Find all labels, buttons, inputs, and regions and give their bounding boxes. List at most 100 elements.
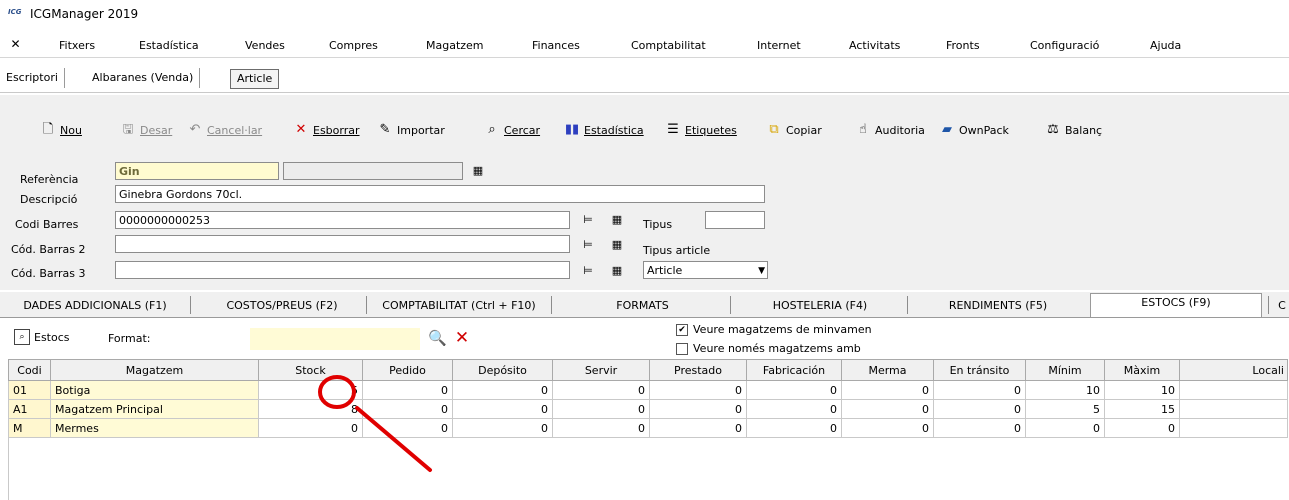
column-header[interactable]: Locali xyxy=(1180,360,1288,381)
cell-magatzem[interactable]: Magatzem Principal xyxy=(51,400,259,419)
menu-configuracio[interactable]: Configuració xyxy=(1030,39,1099,52)
delete-button[interactable]: ✕Esborrar xyxy=(293,121,360,139)
menu-internet[interactable]: Internet xyxy=(757,39,801,52)
cell-codi[interactable]: 01 xyxy=(9,381,51,400)
tipus-article-select[interactable]: Article ▼ xyxy=(643,261,768,279)
ownpack-button[interactable]: ▰OwnPack xyxy=(939,121,1009,139)
menu-comptabilitat[interactable]: Comptabilitat xyxy=(631,39,706,52)
column-header[interactable]: Pedido xyxy=(363,360,453,381)
column-header[interactable]: Stock xyxy=(259,360,363,381)
cell-magatzem[interactable]: Mermes xyxy=(51,419,259,438)
cell-pedido[interactable]: 0 xyxy=(363,419,453,438)
column-header[interactable]: Codi xyxy=(9,360,51,381)
cell-maxim[interactable]: 10 xyxy=(1105,381,1180,400)
import-button[interactable]: ✎Importar xyxy=(377,121,445,139)
table-row[interactable]: M Mermes 0 0 0 0 0 0 0 0 0 0 xyxy=(9,419,1288,438)
clear-icon[interactable]: ✕ xyxy=(454,331,470,345)
menu-activitats[interactable]: Activitats xyxy=(849,39,900,52)
cell-minim[interactable]: 10 xyxy=(1026,381,1105,400)
cell-pedido[interactable]: 0 xyxy=(363,400,453,419)
cancel-button[interactable]: ↶Cancel·lar xyxy=(187,121,262,139)
menu-finances[interactable]: Finances xyxy=(532,39,580,52)
tab-dades-addicionals[interactable]: DADES ADDICIONALS (F1) xyxy=(10,297,180,315)
column-header[interactable]: Depósito xyxy=(453,360,553,381)
descripcio-input[interactable]: Ginebra Gordons 70cl. xyxy=(115,185,765,203)
tab-article[interactable]: Article xyxy=(230,69,279,89)
menu-vendes[interactable]: Vendes xyxy=(245,39,285,52)
cod-barras2-input[interactable] xyxy=(115,235,570,253)
edit-table-icon[interactable]: ▦ xyxy=(610,213,624,227)
save-button[interactable]: 🖫Desar xyxy=(120,121,172,139)
cell-fabricacion[interactable]: 0 xyxy=(747,419,842,438)
column-header[interactable]: Merma xyxy=(842,360,934,381)
cell-minim[interactable]: 5 xyxy=(1026,400,1105,419)
tab-rendiments[interactable]: RENDIMENTS (F5) xyxy=(918,297,1078,315)
menu-compres[interactable]: Compres xyxy=(329,39,378,52)
codi-barres-input[interactable]: 0000000000253 xyxy=(115,211,570,229)
cell-servir[interactable]: 0 xyxy=(553,381,650,400)
tab-hosteleria[interactable]: HOSTELERIA (F4) xyxy=(745,297,895,315)
column-header[interactable]: Fabricación xyxy=(747,360,842,381)
cell-en-transito[interactable]: 0 xyxy=(934,419,1026,438)
magnifier-icon[interactable]: 🔍 xyxy=(428,331,444,345)
checkbox-nomes-magatzems[interactable] xyxy=(676,343,688,355)
cell-prestado[interactable]: 0 xyxy=(650,419,747,438)
cell-deposito[interactable]: 0 xyxy=(453,419,553,438)
tab-more[interactable]: C xyxy=(1276,297,1288,315)
tab-albaranes-venda[interactable]: Albaranes (Venda) xyxy=(86,68,200,88)
cell-en-transito[interactable]: 0 xyxy=(934,400,1026,419)
cell-codi[interactable]: A1 xyxy=(9,400,51,419)
cell-localitzacio[interactable] xyxy=(1180,400,1288,419)
balance-button[interactable]: ⚖Balanç xyxy=(1045,121,1102,139)
cell-magatzem[interactable]: Botiga xyxy=(51,381,259,400)
cell-stock[interactable]: 0 xyxy=(259,419,363,438)
cell-deposito[interactable]: 0 xyxy=(453,400,553,419)
tab-escriptori[interactable]: Escriptori xyxy=(0,68,65,88)
column-header[interactable]: Prestado xyxy=(650,360,747,381)
menu-fronts[interactable]: Fronts xyxy=(946,39,980,52)
edit-table-icon[interactable]: ▦ xyxy=(471,164,485,178)
copy-button[interactable]: ⧉Copiar xyxy=(766,121,822,139)
menu-ajuda[interactable]: Ajuda xyxy=(1150,39,1181,52)
column-header[interactable]: Servir xyxy=(553,360,650,381)
column-header[interactable]: Magatzem xyxy=(51,360,259,381)
search-button[interactable]: ⌕Cercar xyxy=(484,121,540,139)
cell-fabricacion[interactable]: 0 xyxy=(747,381,842,400)
checkbox-minvamen[interactable]: ✔ xyxy=(676,324,688,336)
menu-fitxers[interactable]: Fitxers xyxy=(59,39,95,52)
cell-merma[interactable]: 0 xyxy=(842,381,934,400)
cell-localitzacio[interactable] xyxy=(1180,381,1288,400)
column-header[interactable]: En tránsito xyxy=(934,360,1026,381)
edit-table-icon[interactable]: ▦ xyxy=(610,264,624,278)
cell-servir[interactable]: 0 xyxy=(553,400,650,419)
table-row[interactable]: A1 Magatzem Principal 8 0 0 0 0 0 0 0 5 … xyxy=(9,400,1288,419)
edit-table-icon[interactable]: ▦ xyxy=(610,238,624,252)
cell-merma[interactable]: 0 xyxy=(842,419,934,438)
cell-stock[interactable]: 5 xyxy=(259,381,363,400)
tipus-input[interactable] xyxy=(705,211,765,229)
barcode-icon[interactable]: ⊨ xyxy=(580,238,596,252)
cell-en-transito[interactable]: 0 xyxy=(934,381,1026,400)
cell-servir[interactable]: 0 xyxy=(553,419,650,438)
cod-barras3-input[interactable] xyxy=(115,261,570,279)
cell-deposito[interactable]: 0 xyxy=(453,381,553,400)
cell-stock[interactable]: 8 xyxy=(259,400,363,419)
cell-localitzacio[interactable] xyxy=(1180,419,1288,438)
menu-magatzem[interactable]: Magatzem xyxy=(426,39,484,52)
tab-formats[interactable]: FORMATS xyxy=(570,297,715,315)
menu-estadistica[interactable]: Estadística xyxy=(139,39,199,52)
referencia-input[interactable]: Gin xyxy=(115,162,279,180)
audit-button[interactable]: ☝Auditoria xyxy=(855,121,925,139)
estocs-button[interactable]: ⌕ Estocs xyxy=(14,328,70,346)
cell-codi[interactable]: M xyxy=(9,419,51,438)
cell-pedido[interactable]: 0 xyxy=(363,381,453,400)
tab-comptabilitat[interactable]: COMPTABILITAT (Ctrl + F10) xyxy=(368,297,550,315)
cell-minim[interactable]: 0 xyxy=(1026,419,1105,438)
tab-costos-preus[interactable]: COSTOS/PREUS (F2) xyxy=(208,297,356,315)
column-header[interactable]: Màxim xyxy=(1105,360,1180,381)
column-header[interactable]: Mínim xyxy=(1026,360,1105,381)
barcode-icon[interactable]: ⊨ xyxy=(580,264,596,278)
format-input[interactable] xyxy=(250,328,420,350)
labels-button[interactable]: ☰Etiquetes xyxy=(665,121,737,139)
table-row[interactable]: 01 Botiga 5 0 0 0 0 0 0 0 10 10 xyxy=(9,381,1288,400)
